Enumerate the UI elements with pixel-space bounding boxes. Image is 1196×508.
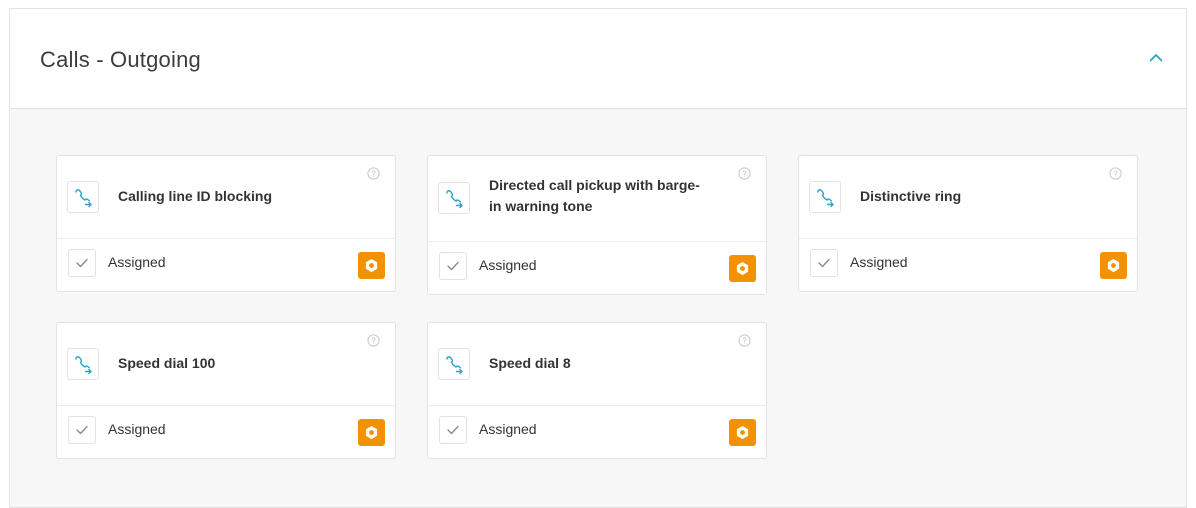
check-icon [76, 258, 88, 268]
assigned-status: Assigned [479, 257, 537, 273]
calls-outgoing-panel: Calls - Outgoing Calling line ID blockin… [9, 8, 1187, 508]
feature-card-calling-line-id-blocking: Calling line ID blocking ? Assigned [56, 155, 396, 292]
call-forward-icon [67, 348, 99, 380]
call-forward-icon [67, 181, 99, 213]
gear-icon [365, 425, 378, 440]
call-forward-icon [438, 182, 470, 214]
card-header: Directed call pickup with barge-in warni… [428, 156, 766, 242]
card-footer: Assigned [428, 406, 766, 458]
help-icon[interactable]: ? [738, 167, 751, 180]
svg-text:?: ? [371, 169, 376, 178]
assigned-checkbox[interactable] [810, 249, 838, 277]
gear-icon [1107, 258, 1120, 273]
assigned-checkbox[interactable] [68, 249, 96, 277]
feature-card-speed-dial-8: Speed dial 8 ? Assigned [427, 322, 767, 459]
chevron-up-icon [1149, 53, 1163, 61]
card-footer: Assigned [428, 242, 766, 294]
feature-card-distinctive-ring: Distinctive ring ? Assigned [798, 155, 1138, 292]
svg-text:?: ? [1113, 169, 1118, 178]
card-header: Distinctive ring ? [799, 156, 1137, 239]
settings-button[interactable] [729, 419, 756, 446]
check-icon [447, 425, 459, 435]
assigned-checkbox[interactable] [439, 252, 467, 280]
feature-card-directed-call-pickup: Directed call pickup with barge-in warni… [427, 155, 767, 295]
card-footer: Assigned [57, 239, 395, 291]
svg-text:?: ? [742, 336, 747, 345]
assigned-status: Assigned [108, 254, 166, 270]
check-icon [447, 261, 459, 271]
gear-icon [736, 261, 749, 276]
help-icon[interactable]: ? [367, 334, 380, 347]
card-header: Calling line ID blocking ? [57, 156, 395, 239]
assigned-checkbox[interactable] [439, 416, 467, 444]
panel-header[interactable]: Calls - Outgoing [10, 9, 1186, 109]
help-icon[interactable]: ? [1109, 167, 1122, 180]
help-icon[interactable]: ? [367, 167, 380, 180]
call-forward-icon [809, 181, 841, 213]
gear-icon [736, 425, 749, 440]
settings-button[interactable] [358, 419, 385, 446]
card-header: Speed dial 8 ? [428, 323, 766, 406]
assigned-status: Assigned [108, 421, 166, 437]
settings-button[interactable] [358, 252, 385, 279]
call-forward-icon [438, 348, 470, 380]
card-footer: Assigned [57, 406, 395, 458]
svg-text:?: ? [742, 169, 747, 178]
check-icon [76, 425, 88, 435]
feature-card-speed-dial-100: Speed dial 100 ? Assigned [56, 322, 396, 459]
settings-button[interactable] [729, 255, 756, 282]
assigned-status: Assigned [850, 254, 908, 270]
collapse-toggle[interactable] [1144, 45, 1168, 69]
card-footer: Assigned [799, 239, 1137, 291]
card-title: Distinctive ring [860, 188, 962, 204]
assigned-checkbox[interactable] [68, 416, 96, 444]
help-icon[interactable]: ? [738, 334, 751, 347]
card-header: Speed dial 100 ? [57, 323, 395, 406]
settings-button[interactable] [1100, 252, 1127, 279]
svg-text:?: ? [371, 336, 376, 345]
card-title: Speed dial 100 [118, 355, 216, 371]
check-icon [818, 258, 830, 268]
panel-title: Calls - Outgoing [40, 47, 201, 72]
assigned-status: Assigned [479, 421, 537, 437]
card-title: Directed call pickup with barge-in warni… [489, 177, 700, 214]
gear-icon [365, 258, 378, 273]
card-title: Calling line ID blocking [118, 188, 273, 204]
card-title: Speed dial 8 [489, 355, 571, 371]
